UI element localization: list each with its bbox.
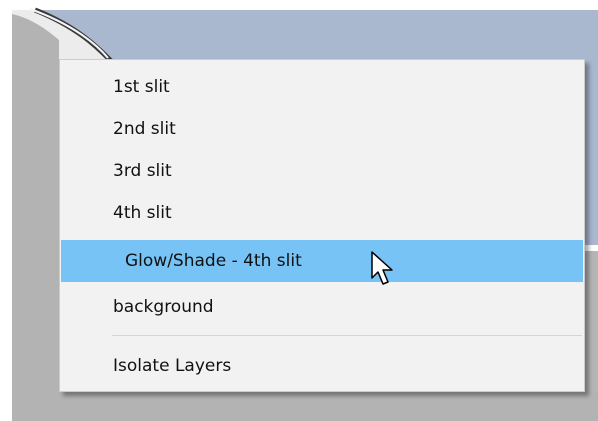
menu-item-3rd-slit[interactable]: 3rd slit <box>61 150 583 192</box>
menu-item-glow-shade-4th-slit[interactable]: Glow/Shade - 4th slit <box>61 240 583 282</box>
menu-item-1st-slit[interactable]: 1st slit <box>61 66 583 108</box>
mouse-pointer-icon <box>371 251 393 285</box>
menu-item-isolate-layers[interactable]: Isolate Layers <box>61 345 583 387</box>
menu-item-background[interactable]: background <box>61 286 583 328</box>
menu-separator <box>112 335 582 336</box>
screenshot-stage: 1st slit 2nd slit 3rd slit 4th slit Glow… <box>0 0 598 421</box>
menu-item-2nd-slit[interactable]: 2nd slit <box>61 108 583 150</box>
layer-context-menu: 1st slit 2nd slit 3rd slit 4th slit Glow… <box>59 59 585 392</box>
menu-item-4th-slit[interactable]: 4th slit <box>61 192 583 234</box>
